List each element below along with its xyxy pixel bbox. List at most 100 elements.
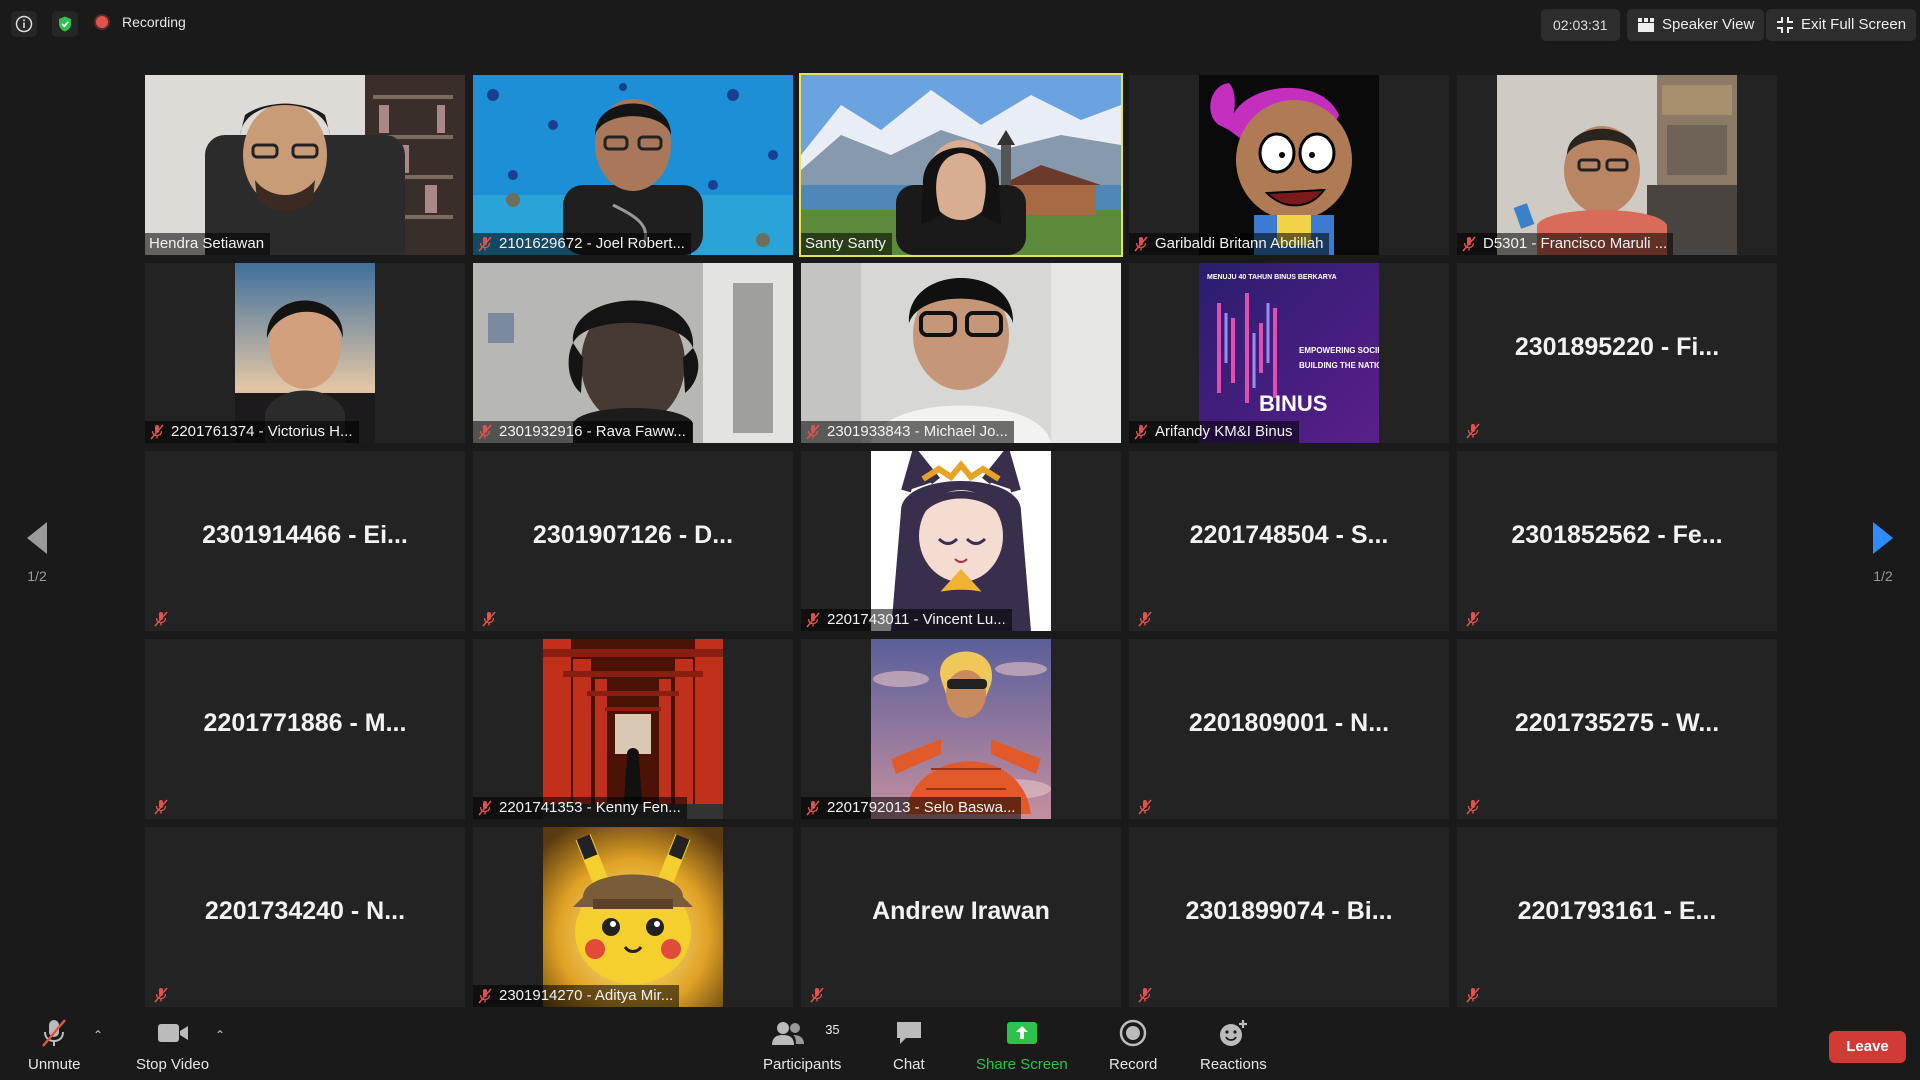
- muted-mic-icon: [1137, 799, 1153, 815]
- share-screen-button[interactable]: Share Screen: [976, 1016, 1068, 1073]
- participant-name: 2301914466 - Ei...: [202, 521, 408, 549]
- participant-tile[interactable]: 2201734240 - N...: [145, 827, 465, 1007]
- participant-tile[interactable]: 2301933843 - Michael Jo...: [801, 263, 1121, 443]
- participant-name: 2201748504 - S...: [1189, 521, 1389, 549]
- participant-name: 2301895220 - Fi...: [1514, 333, 1720, 361]
- chat-button[interactable]: Chat: [893, 1016, 925, 1073]
- participant-name: 2301932916 - Rava Faww...: [499, 423, 686, 440]
- participant-name: 2301899074 - Bi...: [1185, 897, 1393, 925]
- chat-bubble-icon: [896, 1022, 921, 1044]
- muted-mic-icon: [153, 611, 169, 627]
- participant-tile[interactable]: Hendra Setiawan: [145, 75, 465, 255]
- participant-tile[interactable]: 2201743011 - Vincent Lu...: [801, 451, 1121, 631]
- muted-mic-icon: [1461, 236, 1477, 252]
- participant-video: [473, 75, 793, 255]
- participant-tile[interactable]: 2301895220 - Fi...: [1457, 263, 1777, 443]
- muted-mic-icon: [805, 424, 821, 440]
- participant-tile[interactable]: 2201792013 - Selo Baswa...: [801, 639, 1121, 819]
- unmute-button[interactable]: Unmute: [28, 1016, 81, 1073]
- participant-tile[interactable]: 2301907126 - D...: [473, 451, 793, 631]
- record-label: Record: [1109, 1056, 1158, 1073]
- recording-label: Recording: [122, 14, 186, 30]
- participant-video: [473, 263, 793, 443]
- participant-name: 2101629672 - Joel Robert...: [499, 235, 685, 252]
- participant-name: 2301907126 - D...: [532, 521, 734, 549]
- muted-mic-icon: [1137, 987, 1153, 1003]
- participant-name: Santy Santy: [805, 235, 886, 252]
- participants-button[interactable]: 35 Participants: [763, 1016, 841, 1073]
- participant-tile[interactable]: 2201793161 - E...: [1457, 827, 1777, 1007]
- participant-tile[interactable]: 2201761374 - Victorius H...: [145, 263, 465, 443]
- participant-tile[interactable]: 2201741353 - Kenny Fen...: [473, 639, 793, 819]
- leave-meeting-button[interactable]: Leave: [1829, 1031, 1906, 1063]
- muted-mic-icon: [805, 800, 821, 816]
- muted-mic-icon: [149, 424, 165, 440]
- participant-video: [543, 639, 723, 819]
- speaker-view-button[interactable]: Speaker View: [1627, 9, 1765, 41]
- participant-tile[interactable]: MENUJU 40 TAHUN BINUS BERKARYA EMPOWERING…: [1129, 263, 1449, 443]
- next-page-arrow-icon[interactable]: [1871, 520, 1895, 556]
- poster-tagline: MENUJU 40 TAHUN BINUS BERKARYA: [1207, 274, 1337, 281]
- participant-video: [801, 263, 1121, 443]
- participant-tile[interactable]: 2301899074 - Bi...: [1129, 827, 1449, 1007]
- participant-name: 2201743011 - Vincent Lu...: [827, 611, 1006, 628]
- reactions-smiley-icon: [1220, 1020, 1248, 1046]
- video-camera-icon: [157, 1024, 188, 1042]
- participant-video: [801, 75, 1121, 255]
- next-page-nav[interactable]: 1/2: [1853, 520, 1913, 584]
- participant-name: Hendra Setiawan: [149, 235, 265, 252]
- participant-tile[interactable]: Andrew Irawan: [801, 827, 1121, 1007]
- participant-name-label: 2301932916 - Rava Faww...: [473, 421, 692, 443]
- chat-label: Chat: [893, 1056, 925, 1073]
- recording-indicator[interactable]: Recording: [96, 14, 186, 30]
- participant-name: Andrew Irawan: [872, 897, 1050, 925]
- meeting-info-icon[interactable]: [11, 11, 37, 37]
- stop-video-button[interactable]: Stop Video: [136, 1016, 209, 1073]
- participant-tile[interactable]: 2201748504 - S...: [1129, 451, 1449, 631]
- participant-tile[interactable]: 2201771886 - M...: [145, 639, 465, 819]
- reactions-button[interactable]: Reactions: [1200, 1016, 1267, 1073]
- participant-video: [235, 263, 375, 443]
- participant-name: 2201741353 - Kenny Fen...: [499, 799, 681, 816]
- right-page-indicator: 1/2: [1873, 568, 1893, 584]
- muted-mic-icon: [153, 987, 169, 1003]
- record-icon: [1119, 1019, 1147, 1047]
- muted-mic-icon: [1465, 611, 1481, 627]
- participant-tile[interactable]: 2201735275 - W...: [1457, 639, 1777, 819]
- participant-video: [871, 639, 1051, 819]
- muted-mic-icon: [477, 236, 493, 252]
- participant-tile[interactable]: 2101629672 - Joel Robert...: [473, 75, 793, 255]
- reactions-label: Reactions: [1200, 1056, 1267, 1073]
- video-options-caret-icon[interactable]: ⌃: [215, 1028, 225, 1042]
- participant-tile[interactable]: 2301914270 - Aditya Mir...: [473, 827, 793, 1007]
- muted-microphone-icon: [42, 1019, 67, 1047]
- muted-mic-icon: [805, 612, 821, 628]
- muted-mic-icon: [1465, 987, 1481, 1003]
- stop-video-label: Stop Video: [136, 1056, 210, 1073]
- exit-fullscreen-icon: [1777, 17, 1793, 33]
- share-screen-label: Share Screen: [976, 1056, 1068, 1073]
- participant-name: 2301914270 - Aditya Mir...: [499, 987, 674, 1004]
- poster-brand: BINUS: [1259, 391, 1327, 416]
- poster-line-society: EMPOWERING SOCIETY: [1299, 346, 1379, 355]
- participant-name-label: 2301933843 - Michael Jo...: [801, 421, 1014, 443]
- record-button[interactable]: Record: [1109, 1016, 1157, 1073]
- participant-tile[interactable]: 2201809001 - N...: [1129, 639, 1449, 819]
- muted-mic-icon: [1133, 424, 1149, 440]
- security-shield-icon[interactable]: [52, 11, 78, 37]
- participant-tile[interactable]: Garibaldi Britann Abdillah: [1129, 75, 1449, 255]
- participant-tile[interactable]: 2301852562 - Fe...: [1457, 451, 1777, 631]
- participant-name-label: Hendra Setiawan: [145, 233, 271, 255]
- previous-page-arrow-icon[interactable]: [25, 520, 49, 556]
- participant-name: 2201735275 - W...: [1514, 709, 1720, 737]
- muted-mic-icon: [1465, 799, 1481, 815]
- participant-tile[interactable]: 2301914466 - Ei...: [145, 451, 465, 631]
- participant-name-label: 2301914270 - Aditya Mir...: [473, 985, 680, 1007]
- participant-tile[interactable]: Santy Santy: [799, 73, 1123, 257]
- previous-page-nav[interactable]: 1/2: [7, 520, 67, 584]
- participant-tile[interactable]: D5301 - Francisco Maruli ...: [1457, 75, 1777, 255]
- participant-name: 2201761374 - Victorius H...: [171, 423, 353, 440]
- exit-full-screen-button[interactable]: Exit Full Screen: [1766, 9, 1917, 41]
- audio-options-caret-icon[interactable]: ⌃: [93, 1028, 103, 1042]
- participant-tile[interactable]: 2301932916 - Rava Faww...: [473, 263, 793, 443]
